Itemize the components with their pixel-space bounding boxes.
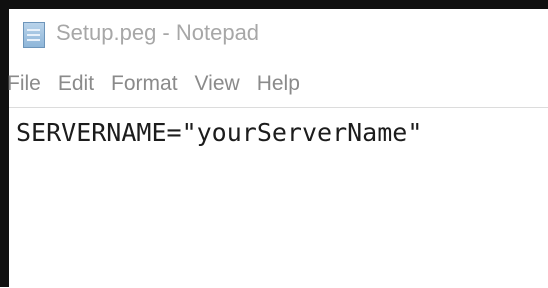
text-editor[interactable]: SERVERNAME="yourServerName" [9,107,548,288]
menu-help[interactable]: Help [257,67,300,101]
notepad-window: Setup.peg - Notepad File Edit Format Vie… [0,0,548,288]
notepad-icon [23,22,45,48]
menu-bar: File Edit Format View Help [7,67,548,101]
menu-edit[interactable]: Edit [58,67,94,101]
title-bar[interactable]: Setup.peg - Notepad [9,9,548,59]
menu-file[interactable]: File [7,67,41,101]
menu-view[interactable]: View [195,67,240,101]
menu-format[interactable]: Format [111,67,178,101]
editor-content[interactable]: SERVERNAME="yourServerName" [16,118,422,148]
window-title: Setup.peg - Notepad [56,20,260,45]
